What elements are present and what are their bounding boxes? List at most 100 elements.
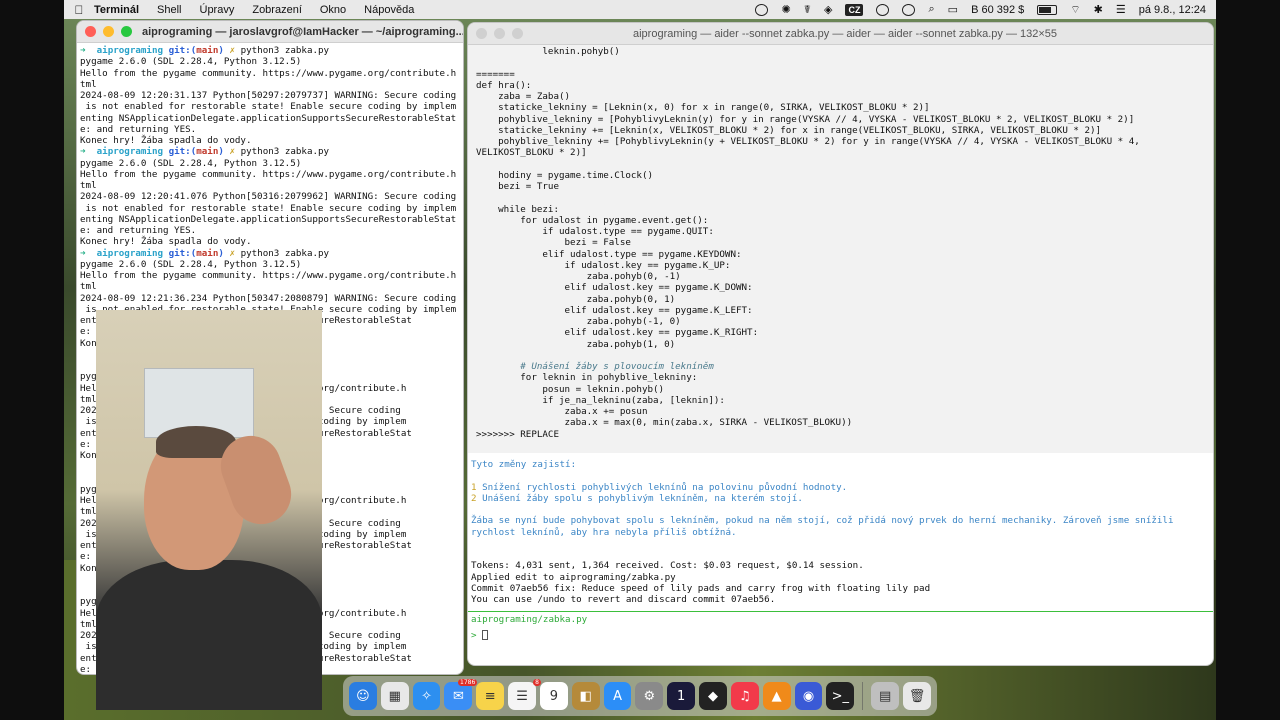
user-icon[interactable] <box>902 3 916 16</box>
left-terminal-titlebar[interactable]: aiprograming — jaroslavgrof@IamHacker — … <box>77 21 463 43</box>
summary-line: rychlost leknínů, aby hra nebyla příliš … <box>471 526 737 538</box>
code-line: bezi = True <box>476 181 559 192</box>
search-icon[interactable]: ⌕ <box>928 3 934 16</box>
books-icon[interactable]: ◧ <box>571 682 600 710</box>
minimize-icon[interactable] <box>103 26 114 37</box>
record-icon[interactable] <box>755 3 769 16</box>
aider-terminal-window[interactable]: aiprograming — aider --sonnet zabka.py —… <box>467 22 1214 666</box>
terminal-line: is not enabled for restorable state! Ena… <box>80 101 457 113</box>
aider-input[interactable]: > <box>468 628 1213 643</box>
menu-upravy[interactable]: Úpravy <box>200 4 235 16</box>
code-line: zaba = Zaba() <box>476 91 571 102</box>
menu-app-name[interactable]: Terminál <box>94 4 139 16</box>
clock[interactable]: pá 9.8., 12:24 <box>1139 4 1206 16</box>
terminal-line: enting NSApplicationDelegate.application… <box>80 112 457 124</box>
zoom-icon[interactable] <box>512 28 523 39</box>
code-line: pohyblive_lekniny += [PohyblivyLeknin(y … <box>476 136 1140 147</box>
apple-menu-icon[interactable]:  <box>64 3 94 17</box>
code-line: if udalost.key == pygame.K_UP: <box>476 259 731 271</box>
code-line: hodiny = pygame.time.Clock() <box>476 169 654 181</box>
wifi-icon[interactable]: ⌔ <box>1070 3 1080 17</box>
close-icon[interactable] <box>85 26 96 37</box>
app-store-icon[interactable]: A <box>603 682 632 710</box>
vlc-icon[interactable]: ▲ <box>762 682 791 710</box>
minimize-icon[interactable] <box>494 28 505 39</box>
code-line: zaba.x = max(0, min(zaba.x, SIRKA - VELI… <box>476 417 853 429</box>
code-line: if je_na_lekninu(zaba, [leknin]): <box>476 394 725 406</box>
changes-list: 1 Snížení rychlosti pohyblivých leknínů … <box>471 482 1210 505</box>
zoom-icon[interactable] <box>121 26 132 37</box>
calendar-icon[interactable]: 9 <box>539 682 568 710</box>
webcam-overlay <box>96 310 322 710</box>
finder-icon[interactable]: ☺ <box>349 682 377 710</box>
code-line: zaba.pohyb(0, -1) <box>476 271 681 282</box>
menu-okno[interactable]: Okno <box>320 4 346 16</box>
text-cursor <box>482 630 489 640</box>
code-diff-block[interactable]: leknin.pohyb() ======= def hra(): zaba = … <box>468 45 1213 453</box>
terminal-line: Konec hry! Žába spadla do vody. <box>80 135 252 146</box>
code-line: while bezi: <box>476 203 559 215</box>
notes-icon[interactable]: ≡ <box>476 682 505 710</box>
code-line: for udalost in pygame.event.get(): <box>476 214 709 226</box>
status-line: Tokens: 4,031 sent, 1,364 received. Cost… <box>471 560 864 572</box>
left-terminal-title: aiprograming — jaroslavgrof@IamHacker — … <box>142 25 463 38</box>
menu-napoveda[interactable]: Nápověda <box>364 4 414 16</box>
settings-icon[interactable]: ⚙ <box>635 682 664 710</box>
script-icon[interactable]: ☤ <box>804 3 811 16</box>
file-label: aiprograming/zabka.py <box>471 614 588 626</box>
terminal-line: is not enabled for restorable state! Ena… <box>80 202 457 214</box>
close-icon[interactable] <box>476 28 487 39</box>
code-line: elif udalost.key == pygame.K_DOWN: <box>476 282 753 294</box>
code-line: staticke_lekniny += [Leknin(x, VELIKOST_… <box>476 124 1102 136</box>
terminal-line: e: and returning YES. <box>80 123 197 135</box>
notification-badge: 1786 <box>458 679 478 686</box>
screen-icon[interactable]: ▭ <box>948 3 958 16</box>
terminal-line: enting NSApplicationDelegate.application… <box>80 213 457 225</box>
code-line: elif udalost.key == pygame.K_LEFT: <box>476 304 753 316</box>
music-icon[interactable]: ♫ <box>730 682 759 710</box>
terminal-line: Konec hry! Žába spadla do vody. <box>80 236 252 248</box>
terminal-line: tml <box>80 78 97 90</box>
terminal-line: Hello from the pygame community. https:/… <box>80 168 457 180</box>
safari-icon[interactable]: ✧ <box>412 682 441 710</box>
terminal-line: tml <box>80 180 97 191</box>
person-shirt <box>96 560 322 710</box>
mail-icon[interactable]: ✉ 1786 <box>444 679 478 710</box>
input-language[interactable]: CZ <box>845 3 864 16</box>
menu-shell[interactable]: Shell <box>157 4 181 16</box>
play-icon[interactable] <box>876 3 890 16</box>
summary-line: Žába se nyní bude pohybovat spolu s lekn… <box>471 515 1174 527</box>
video-right-border <box>1216 0 1280 720</box>
terminal-line: 2024-08-09 12:20:31.137 Python[50297:207… <box>80 90 457 101</box>
aider-response[interactable]: Tyto změny zajistí: 1 Snížení rychlosti … <box>468 453 1213 611</box>
code-line: for leknin in pohyblive_lekniny: <box>476 372 698 384</box>
menu-zobrazeni[interactable]: Zobrazení <box>252 4 302 16</box>
control-center-icon[interactable]: ☰ <box>1116 3 1126 16</box>
code-line: def hra(): <box>476 79 532 91</box>
openai-icon[interactable]: ✺ <box>781 3 790 16</box>
battery-icon[interactable] <box>1037 4 1058 15</box>
status-line: You can use /undo to revert and discard … <box>471 594 776 605</box>
aider-terminal-titlebar[interactable]: aiprograming — aider --sonnet zabka.py —… <box>468 23 1213 45</box>
preview-icon[interactable]: ◉ <box>794 682 823 710</box>
terminal-icon[interactable]: >_ <box>826 682 855 710</box>
trash-icon[interactable]: 🗑 <box>903 682 931 710</box>
terminal-line: Hello from the pygame community. https:/… <box>80 67 457 79</box>
bluetooth-icon[interactable]: ✱ <box>1094 3 1103 16</box>
layers-icon[interactable]: ◈ <box>824 3 832 16</box>
code-line: ======= <box>476 68 515 80</box>
password-icon[interactable]: 1 <box>667 682 696 710</box>
launchpad-icon[interactable]: ▦ <box>380 682 409 710</box>
code-line: bezi = False <box>476 237 631 249</box>
inkscape-icon[interactable]: ◆ <box>699 682 727 710</box>
terminal-line: 2024-08-09 12:21:36.234 Python[50347:208… <box>80 292 457 304</box>
bitcoin-balance[interactable]: B 60 392 $ <box>971 4 1024 16</box>
downloads-stack-icon[interactable]: ▤ <box>871 682 900 710</box>
reminders-icon[interactable]: ☰ 8 <box>508 679 541 710</box>
code-line: zaba.pohyb(1, 0) <box>476 338 676 350</box>
code-line: leknin.pohyb() <box>476 46 620 57</box>
